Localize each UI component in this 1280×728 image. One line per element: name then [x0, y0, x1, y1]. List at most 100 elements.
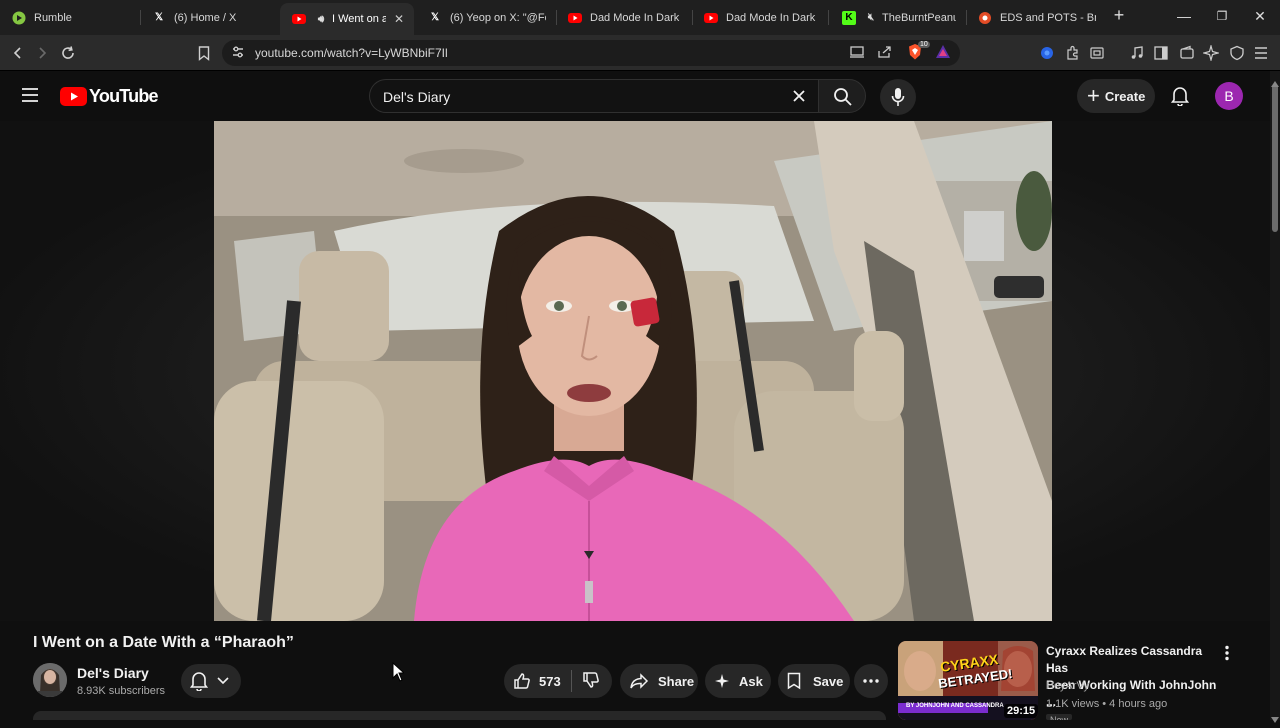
video-frame-image	[214, 121, 1052, 621]
tab-youtube-dad-mode-2[interactable]: Dad Mode In Dark M	[692, 0, 828, 35]
search-button[interactable]	[818, 79, 866, 113]
tab-x-yeop[interactable]: 𝕏 (6) Yeop on X: "@Fors	[416, 0, 556, 35]
youtube-icon	[704, 11, 718, 25]
back-icon[interactable]	[7, 42, 29, 64]
notifications-bell-icon[interactable]	[1170, 86, 1190, 111]
microphone-icon	[891, 88, 905, 106]
x-icon: 𝕏	[154, 12, 164, 23]
share-button[interactable]: Share	[620, 664, 698, 698]
ask-button[interactable]: Ask	[705, 664, 771, 698]
subscriber-count: 8.93K subscribers	[77, 685, 166, 697]
menu-icon[interactable]	[1250, 42, 1272, 64]
browser-toolbar: youtube.com/watch?v=LyWBNbiF7Il 10	[0, 35, 1280, 71]
youtube-logo-icon	[60, 87, 87, 106]
bell-icon	[190, 672, 208, 691]
extensions-icon[interactable]	[1062, 42, 1084, 64]
tab-title: Dad Mode In Dark M	[726, 11, 818, 24]
tab-rumble[interactable]: Rumble	[0, 0, 140, 35]
youtube-logo[interactable]: YouTube	[60, 86, 159, 107]
reload-icon[interactable]	[57, 42, 79, 64]
vpn-shield-icon[interactable]	[1226, 42, 1248, 64]
voice-search-button[interactable]	[880, 79, 916, 115]
recommended-video-thumbnail[interactable]: CYRAXX BETRAYED! BY JOHNJOHN AND CASSAND…	[898, 641, 1038, 720]
tab-title: Dad Mode In Dark M	[590, 11, 682, 24]
channel-avatar[interactable]	[33, 663, 67, 697]
close-window-icon[interactable]: ✕	[1250, 8, 1270, 25]
more-horizontal-icon	[863, 679, 879, 683]
recommended-channel[interactable]: HeyArVy	[1046, 680, 1089, 692]
search-input-value: Del's Diary	[383, 89, 451, 105]
save-button[interactable]: Save	[778, 664, 850, 698]
search-icon	[834, 88, 852, 106]
speaker-icon[interactable]: 🔊︎	[314, 12, 328, 26]
hamburger-menu-icon[interactable]	[20, 87, 40, 108]
tab-title: (6) Yeop on X: "@Fors	[450, 11, 546, 24]
tab-youtube-dad-mode-1[interactable]: Dad Mode In Dark M	[556, 0, 692, 35]
save-bookmark-icon	[787, 672, 801, 690]
youtube-icon	[568, 11, 582, 25]
tab-brave-search[interactable]: EDS and POTS - Brave	[966, 0, 1106, 35]
shields-count-badge: 10	[918, 41, 930, 48]
site-info-icon[interactable]	[231, 45, 245, 64]
clear-search-icon[interactable]	[791, 88, 807, 109]
sparkle-icon	[715, 674, 729, 688]
video-duration: 29:15	[1004, 704, 1038, 718]
restore-icon[interactable]: ❐	[1212, 9, 1232, 23]
address-bar[interactable]: youtube.com/watch?v=LyWBNbiF7Il 10	[222, 40, 960, 66]
description-box[interactable]	[33, 711, 886, 720]
brave-icon	[978, 11, 992, 25]
wallet-icon[interactable]	[1176, 42, 1198, 64]
vpn-icon[interactable]	[1036, 42, 1058, 64]
recommended-title-line-1: Cyraxx Realizes Cassandra Has	[1046, 644, 1203, 675]
tab-title: TheBurntPeanut S	[882, 11, 956, 24]
youtube-icon	[292, 12, 306, 26]
youtube-header: YouTube Del's Diary + Create B	[0, 71, 1270, 121]
create-button[interactable]: + Create	[1077, 79, 1155, 113]
tab-title: I Went on a Da	[332, 13, 386, 25]
scroll-up-arrow-icon[interactable]	[1271, 74, 1279, 92]
bookmark-icon[interactable]	[193, 42, 215, 64]
tab-youtube-active[interactable]: 🔊︎ I Went on a Da ✕	[280, 3, 414, 35]
more-actions-button[interactable]	[854, 664, 888, 698]
share-icon	[630, 673, 649, 689]
like-count: 573	[539, 673, 561, 689]
kick-icon: K	[842, 10, 856, 25]
share-page-icon[interactable]	[877, 45, 893, 64]
like-dislike-group: 573	[504, 664, 612, 698]
like-divider	[570, 670, 572, 692]
video-player[interactable]	[214, 121, 1052, 621]
mouse-cursor-icon	[392, 662, 404, 682]
dislike-button[interactable]	[582, 671, 600, 692]
channel-name[interactable]: Del's Diary	[77, 665, 149, 681]
tab-kick[interactable]: K 🔇︎ TheBurntPeanut S	[830, 0, 966, 35]
media-controls-icon[interactable]	[1126, 42, 1148, 64]
like-button[interactable]: 573	[513, 672, 561, 690]
thumb-caption: BY JOHNJOHN AND CASSANDRA	[906, 703, 1004, 709]
tab-title: (6) Home / X	[174, 11, 237, 24]
ask-label: Ask	[739, 673, 763, 689]
muted-speaker-icon[interactable]: 🔇︎	[864, 11, 878, 25]
video-title: I Went on a Date With a “Pharaoh”	[33, 634, 294, 651]
scrollbar-thumb[interactable]	[1272, 84, 1278, 232]
chevron-down-icon	[217, 677, 229, 685]
leo-ai-icon[interactable]	[1200, 42, 1222, 64]
thumbs-up-icon	[514, 673, 530, 689]
scroll-down-arrow-icon[interactable]	[1271, 710, 1279, 728]
tab-x-home[interactable]: 𝕏 (6) Home / X	[140, 0, 280, 35]
brave-rewards-icon[interactable]	[935, 44, 951, 65]
close-tab-icon[interactable]: ✕	[394, 12, 404, 26]
thumbs-down-icon	[582, 671, 599, 688]
forward-icon[interactable]	[31, 42, 53, 64]
search-input[interactable]: Del's Diary	[369, 79, 818, 113]
subscription-bell-button[interactable]	[181, 664, 241, 698]
new-badge: New	[1046, 714, 1073, 720]
recommended-more-icon[interactable]	[1220, 645, 1234, 666]
cast-icon[interactable]	[849, 45, 865, 64]
minimize-icon[interactable]: —	[1174, 8, 1194, 24]
sidebar-icon[interactable]	[1150, 42, 1172, 64]
new-tab-icon[interactable]: +	[1109, 5, 1129, 26]
wallet-extension-icon[interactable]	[1086, 42, 1108, 64]
tab-title: EDS and POTS - Brave	[1000, 11, 1096, 24]
save-label: Save	[813, 673, 844, 689]
account-avatar[interactable]: B	[1215, 82, 1243, 110]
